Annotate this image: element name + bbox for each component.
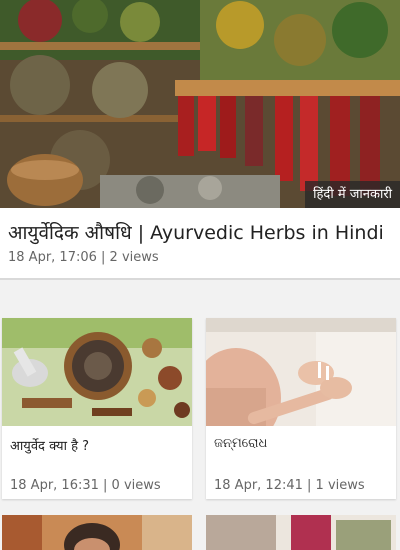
language-tag: हिंदी में जानकारी — [305, 181, 400, 208]
article-meta: 18 Apr, 12:41 | 1 views — [214, 478, 365, 493]
hero-herbs-illustration — [0, 0, 400, 208]
article-thumbnail — [206, 318, 396, 426]
article-card-partial[interactable] — [2, 515, 192, 550]
article-thumbnail — [2, 515, 192, 550]
featured-article-title[interactable]: आयुर्वेदिक औषधि | Ayurvedic Herbs in Hin… — [8, 220, 392, 246]
article-thumbnail — [206, 515, 396, 550]
article-title[interactable]: आयुर्वेद क्या है ? — [2, 426, 192, 468]
article-card-partial[interactable] — [206, 515, 396, 550]
article-card[interactable]: ଜନ୍ମରୋଧ 18 Apr, 12:41 | 1 views — [206, 318, 396, 499]
hero-image[interactable]: हिंदी में जानकारी — [0, 0, 400, 208]
article-thumbnail — [2, 318, 192, 426]
featured-article-meta: 18 Apr, 17:06 | 2 views — [8, 250, 159, 265]
featured-article[interactable]: आयुर्वेदिक औषधि | Ayurvedic Herbs in Hin… — [0, 208, 400, 280]
article-title[interactable]: ଜନ୍ମରୋଧ — [206, 426, 396, 468]
article-card[interactable]: आयुर्वेद क्या है ? 18 Apr, 16:31 | 0 vie… — [2, 318, 192, 499]
article-meta: 18 Apr, 16:31 | 0 views — [10, 478, 161, 493]
